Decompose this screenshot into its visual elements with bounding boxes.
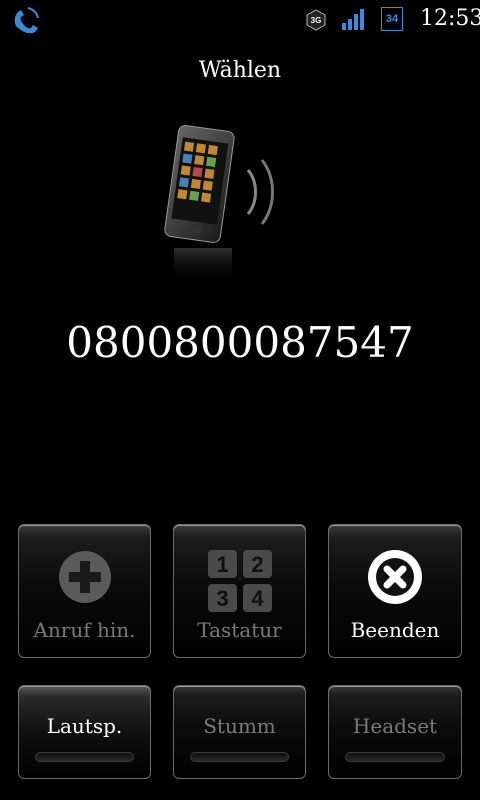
mute-button[interactable]: Stumm (173, 685, 306, 779)
battery-icon: 34 (381, 7, 403, 31)
call-status-title: Wählen (198, 58, 282, 83)
headset-status-indicator (345, 752, 445, 762)
3g-icon: 3G (306, 9, 326, 31)
signal-bars-icon (342, 9, 364, 30)
call-active-icon (14, 7, 39, 34)
add-call-label: Anruf hin. (33, 618, 136, 642)
keypad-label: Tastatur (197, 618, 282, 642)
headset-label: Headset (352, 714, 438, 738)
add-call-button[interactable]: Anruf hin. (18, 524, 151, 658)
mute-label: Stumm (203, 714, 276, 738)
dialed-phone-number: 0800800087547 (66, 318, 414, 367)
network-type-label: 3G (311, 16, 322, 25)
battery-level: 34 (385, 13, 399, 25)
keypad-key-label: 3 (216, 586, 228, 611)
speaker-status-indicator (35, 752, 134, 762)
keypad-key-label: 2 (251, 552, 263, 577)
headset-button[interactable]: Headset (328, 685, 462, 779)
end-call-button[interactable]: Beenden (328, 524, 462, 658)
mute-status-indicator (190, 752, 289, 762)
keypad-key-label: 1 (216, 552, 228, 577)
end-call-label: Beenden (350, 618, 440, 642)
plus-icon (58, 551, 111, 603)
status-time: 12:53 (420, 6, 480, 31)
end-call-icon (368, 550, 422, 604)
status-bar: 3G 34 12:53 (0, 0, 480, 40)
keypad-icon: 1 2 3 4 (207, 550, 272, 612)
keypad-button[interactable]: 1 2 3 4 Tastatur (173, 524, 306, 658)
speaker-button[interactable]: Lautsp. (18, 685, 151, 779)
keypad-key-label: 4 (251, 586, 264, 611)
calling-phone-illustration (164, 125, 274, 284)
speaker-label: Lautsp. (46, 714, 123, 738)
